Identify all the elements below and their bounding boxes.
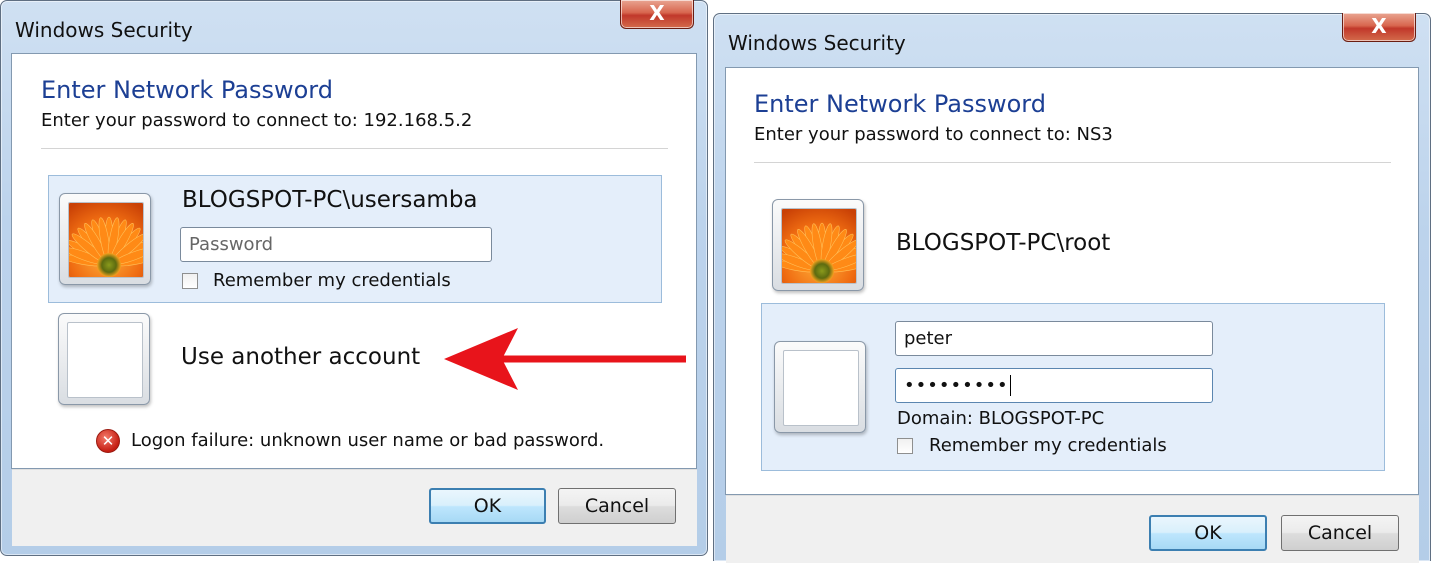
avatar — [772, 199, 864, 291]
right-dialog-window: Windows Security X Enter Network Passwor… — [713, 13, 1431, 563]
password-field[interactable] — [180, 227, 492, 262]
dialog-heading: Enter Network Password — [754, 90, 1046, 118]
remember-credentials-checkbox[interactable] — [182, 273, 198, 289]
account-tile-usersamba[interactable]: BLOGSPOT-PC\usersamba Remember my creden… — [48, 175, 662, 303]
domain-label: Domain: BLOGSPOT-PC — [897, 408, 1105, 429]
blank-avatar-icon — [783, 350, 859, 426]
dialog-body: Enter Network Password Enter your passwo… — [725, 67, 1419, 495]
dialog-subtitle: Enter your password to connect to: 192.1… — [41, 110, 473, 131]
password-field[interactable]: ••••••••• — [895, 368, 1213, 403]
divider — [754, 162, 1391, 163]
button-bar: OK Cancel — [726, 495, 1419, 563]
username-field[interactable]: peter — [895, 321, 1213, 356]
dialog-subtitle: Enter your password to connect to: NS3 — [754, 124, 1113, 145]
window-title: Windows Security — [728, 31, 906, 55]
dialog-body: Enter Network Password Enter your passwo… — [11, 53, 697, 469]
divider — [41, 148, 668, 149]
error-message: Logon failure: unknown user name or bad … — [131, 430, 605, 451]
use-another-account-label: Use another account — [181, 344, 421, 370]
remember-credentials-label: Remember my credentials — [213, 270, 451, 291]
close-icon: X — [649, 1, 665, 25]
close-button[interactable]: X — [1342, 13, 1416, 42]
password-mask: ••••••••• — [904, 375, 1009, 396]
text-caret — [1009, 375, 1011, 396]
avatar — [58, 313, 150, 405]
remember-credentials-label: Remember my credentials — [929, 435, 1167, 456]
dialog-heading: Enter Network Password — [41, 76, 333, 104]
flower-avatar-icon — [68, 202, 144, 278]
remember-credentials-checkbox[interactable] — [897, 438, 913, 454]
error-icon: ✕ — [96, 429, 120, 453]
flower-avatar-icon — [781, 208, 857, 284]
button-bar: OK Cancel — [12, 469, 697, 546]
cancel-button[interactable]: Cancel — [1281, 515, 1399, 551]
avatar — [59, 193, 151, 285]
close-button[interactable]: X — [620, 0, 694, 29]
close-icon: X — [1371, 14, 1387, 38]
blank-avatar-icon — [67, 322, 143, 398]
ok-button[interactable]: OK — [1149, 515, 1267, 551]
account-name: BLOGSPOT-PC\root — [896, 230, 1111, 256]
left-dialog-window: Windows Security X Enter Network Passwor… — [0, 0, 708, 556]
account-name: BLOGSPOT-PC\usersamba — [182, 187, 478, 213]
window-title: Windows Security — [15, 18, 193, 42]
avatar — [774, 341, 866, 433]
annotation-arrow — [444, 328, 686, 390]
use-another-account-tile[interactable]: peter ••••••••• Domain: BLOGSPOT-PC Reme… — [761, 303, 1385, 471]
ok-button[interactable]: OK — [429, 488, 546, 524]
cancel-button[interactable]: Cancel — [558, 488, 676, 524]
